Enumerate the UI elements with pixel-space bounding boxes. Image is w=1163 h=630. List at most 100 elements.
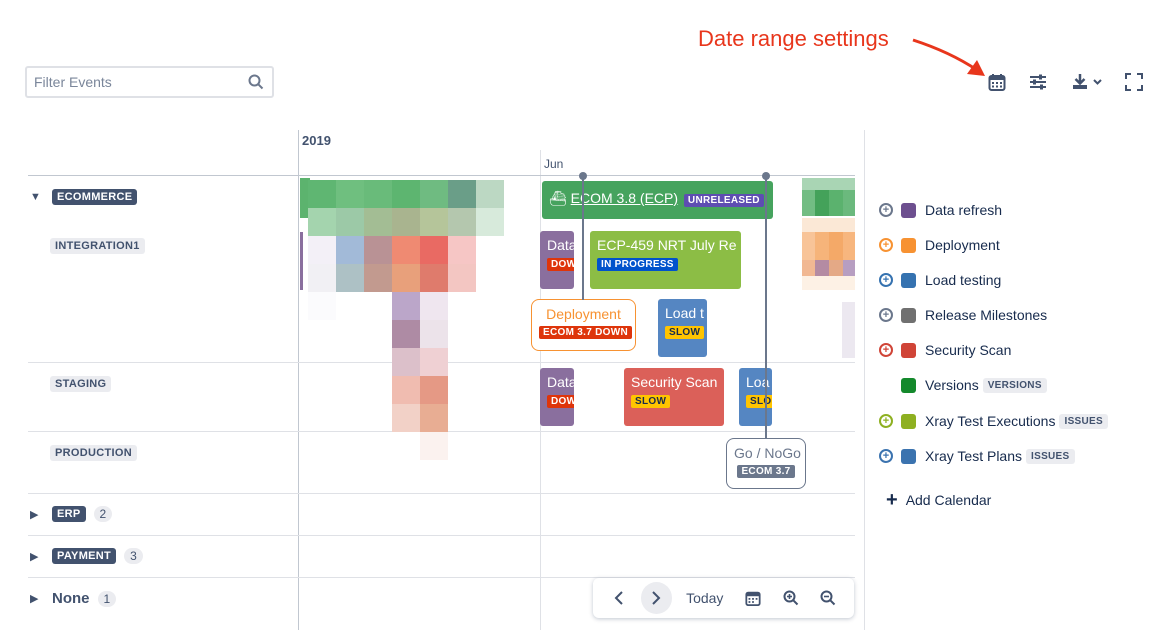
legend-label: Xray Test Plans [925,448,1023,464]
row-divider [28,535,855,536]
event-label: ECP-459 NRT July Re [597,237,737,253]
event-security-scan[interactable]: Security Scan SLOW [624,368,724,426]
expand-triangle-icon[interactable]: ▶ [30,592,44,605]
legend-item[interactable]: + Xray Test Executions ISSUES [879,411,1108,431]
zoom-out-icon [820,590,836,606]
search-icon[interactable] [248,74,264,90]
view-settings-button[interactable] [1026,70,1050,94]
legend-label: Load testing [925,272,1002,288]
calendar-color-swatch[interactable] [901,413,916,429]
header-divider [28,175,855,176]
add-calendar-button[interactable]: + Add Calendar [886,490,991,510]
calendar-color-swatch[interactable] [901,342,916,358]
sliders-icon [1030,74,1046,90]
subgroup-integration: INTEGRATION1 [50,238,145,254]
calendar-color-swatch[interactable] [901,272,916,288]
expand-triangle-icon[interactable]: ▶ [30,550,44,563]
legend-label: Security Scan [925,342,1012,358]
legend-item[interactable]: Versions VERSIONS [879,375,1047,395]
add-event-icon[interactable]: + [879,238,893,252]
zoom-in-button[interactable] [775,582,807,614]
timeline-year: 2019 [302,133,331,148]
event-ecom-3-8[interactable]: ⛴ ECOM 3.8 (ECP) UNRELEASED [542,181,773,219]
legend-item[interactable]: + Data refresh [879,200,1002,220]
legend-item[interactable]: + Load testing [879,270,1001,290]
event-go-nogo[interactable]: Go / NoGo ECOM 3.7 [726,438,806,489]
group-label: PAYMENT [52,548,117,564]
legend-item[interactable]: + Deployment [879,235,1000,255]
row-divider [28,493,855,494]
calendar-color-swatch[interactable] [901,237,916,253]
legend-badge: ISSUES [1059,413,1108,429]
date-range-settings-button[interactable] [985,70,1009,94]
chevron-right-icon [652,591,661,605]
event-data-refresh-1[interactable]: Data DOW [540,231,574,289]
fullscreen-button[interactable] [1122,70,1146,94]
event-label: Security Scan [631,374,718,390]
date-picker-button[interactable] [737,582,769,614]
plus-icon: + [886,489,898,511]
event-tag: SLOW [665,326,705,339]
calendar-color-swatch[interactable] [901,307,916,323]
subgroup-staging: STAGING [50,376,112,392]
legend-badge: VERSIONS [982,377,1047,393]
subgroup-label: STAGING [50,376,112,392]
legend-label: Deployment [925,237,1000,253]
filter-events-box [25,66,274,98]
add-event-icon[interactable]: + [879,343,893,357]
legend-item[interactable]: + Release Milestones [879,305,1047,325]
event-load-testing-2[interactable]: Loa SLO [739,368,772,426]
legend-item[interactable]: + Security Scan [879,340,1011,360]
event-label: ECOM 3.8 (ECP) [570,190,679,206]
event-ecp-459[interactable]: ECP-459 NRT July Re IN PROGRESS [590,231,741,289]
legend-item[interactable]: + Xray Test Plans ISSUES [879,446,1075,466]
event-label: Go / NoGo [734,445,801,461]
legend-label: Versions [925,377,979,393]
add-event-icon[interactable]: + [879,308,893,322]
annotation-text: Date range settings [698,26,889,51]
download-button[interactable] [1070,70,1106,94]
add-event-icon[interactable]: + [879,203,893,217]
add-calendar-label: Add Calendar [905,492,992,508]
timeline-month: Jun [544,157,564,171]
event-tag: DOW [547,258,574,271]
expand-triangle-icon[interactable]: ▶ [30,508,44,521]
legend-badge: ISSUES [1026,448,1075,464]
today-button[interactable]: Today [678,590,731,606]
group-erp[interactable]: ▶ ERP 2 [30,506,113,522]
collapse-triangle-icon[interactable]: ▼ [30,191,44,203]
event-label: Load t [665,305,704,321]
add-event-icon[interactable]: + [879,449,893,463]
zoom-in-icon [783,590,798,606]
group-label: ECOMMERCE [52,189,138,205]
event-tag: ECOM 3.7 DOWN [539,326,633,339]
calendar-icon [988,74,1006,91]
legend-label: Release Milestones [925,307,1048,323]
group-count: 3 [124,548,143,564]
calendar-color-swatch[interactable] [901,377,916,393]
event-data-refresh-2[interactable]: Data DOW [540,368,574,426]
group-ecommerce[interactable]: ▼ ECOMMERCE [30,189,138,205]
previous-button[interactable] [603,582,635,614]
event-tag: DOW [547,395,574,408]
calendar-color-swatch[interactable] [901,448,916,464]
group-none[interactable]: ▶ None 1 [30,590,117,607]
next-button[interactable] [640,582,673,614]
add-event-icon[interactable]: + [879,273,893,287]
filter-events-input[interactable] [27,68,237,96]
add-event-icon[interactable]: + [879,414,893,428]
fullscreen-icon [1125,73,1143,91]
legend-divider [864,130,865,630]
milestone-dot[interactable] [579,172,587,180]
calendar-color-swatch[interactable] [901,202,916,218]
group-label: ERP [52,506,86,522]
event-label: Loa [746,374,770,390]
subgroup-label: INTEGRATION1 [50,238,145,254]
zoom-out-button[interactable] [812,582,844,614]
milestone-line [582,176,584,300]
event-load-testing-1[interactable]: Load t SLOW [658,299,707,357]
group-payment[interactable]: ▶ PAYMENT 3 [30,548,143,564]
milestone-dot[interactable] [762,172,770,180]
event-deployment[interactable]: Deployment ECOM 3.7 DOWN [531,299,636,351]
group-count: 2 [93,506,113,522]
